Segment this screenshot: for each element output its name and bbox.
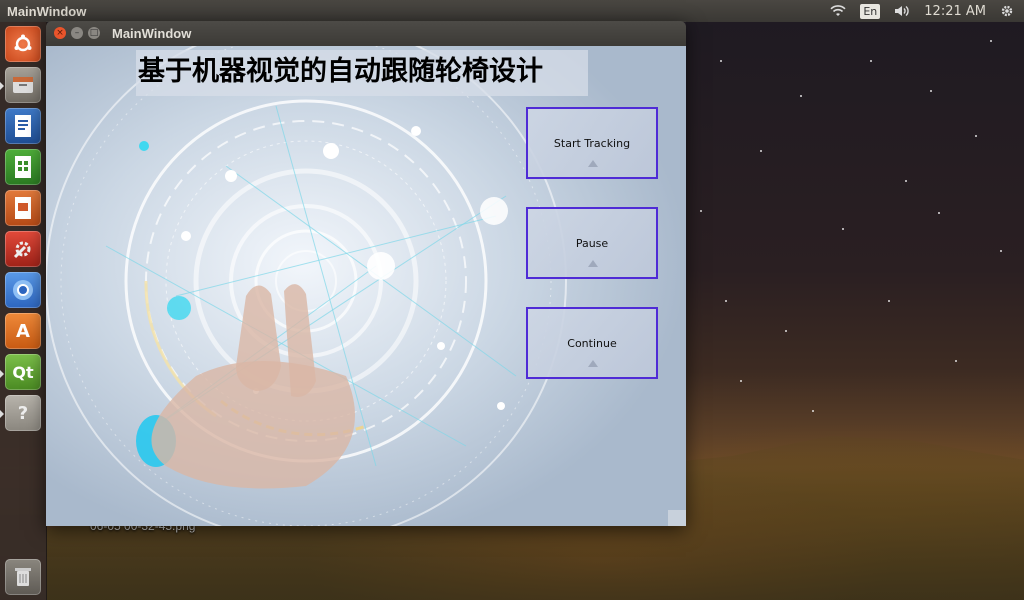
- window-client-area: 基于机器视觉的自动跟随轮椅设计 Start Tracking Pause Con…: [46, 46, 686, 526]
- qt-creator-icon[interactable]: Qt: [5, 354, 41, 390]
- libreoffice-writer-icon[interactable]: [5, 108, 41, 144]
- pause-label: Pause: [575, 236, 609, 250]
- continue-button[interactable]: Continue: [526, 307, 658, 379]
- top-panel: MainWindow En 12:21 AM: [0, 0, 1024, 22]
- maximize-icon[interactable]: □: [88, 27, 100, 39]
- continue-label: Continue: [567, 336, 617, 350]
- wifi-icon[interactable]: [830, 5, 846, 17]
- system-settings-icon[interactable]: [5, 231, 41, 267]
- app-headline: 基于机器视觉的自动跟随轮椅设计: [136, 50, 588, 96]
- close-icon[interactable]: ×: [54, 27, 66, 39]
- start-tracking-button[interactable]: Start Tracking: [526, 107, 658, 179]
- main-window: × – □ MainWindow 基于机器视觉的自动跟随轮椅设计 Start T…: [46, 21, 686, 526]
- ubuntu-dash-icon[interactable]: [5, 26, 41, 62]
- pause-button[interactable]: Pause: [526, 207, 658, 279]
- software-center-icon[interactable]: A: [5, 313, 41, 349]
- resize-grip[interactable]: [668, 510, 686, 526]
- window-title: MainWindow: [112, 26, 192, 41]
- keyboard-language-indicator[interactable]: En: [860, 3, 881, 19]
- clock[interactable]: 12:21 AM: [924, 4, 986, 19]
- start-tracking-label: Start Tracking: [553, 136, 631, 150]
- active-app-title: MainWindow: [7, 3, 87, 19]
- minimize-icon[interactable]: –: [71, 27, 83, 39]
- chromium-icon[interactable]: [5, 272, 41, 308]
- unknown-app-icon[interactable]: ?: [5, 395, 41, 431]
- files-icon[interactable]: [5, 67, 41, 103]
- libreoffice-calc-icon[interactable]: [5, 149, 41, 185]
- volume-icon[interactable]: [894, 5, 910, 17]
- trash-icon[interactable]: [5, 559, 41, 595]
- libreoffice-impress-icon[interactable]: [5, 190, 41, 226]
- gear-icon[interactable]: [1000, 4, 1014, 18]
- window-titlebar[interactable]: × – □ MainWindow: [46, 21, 686, 46]
- launcher: A Qt ?: [0, 22, 47, 600]
